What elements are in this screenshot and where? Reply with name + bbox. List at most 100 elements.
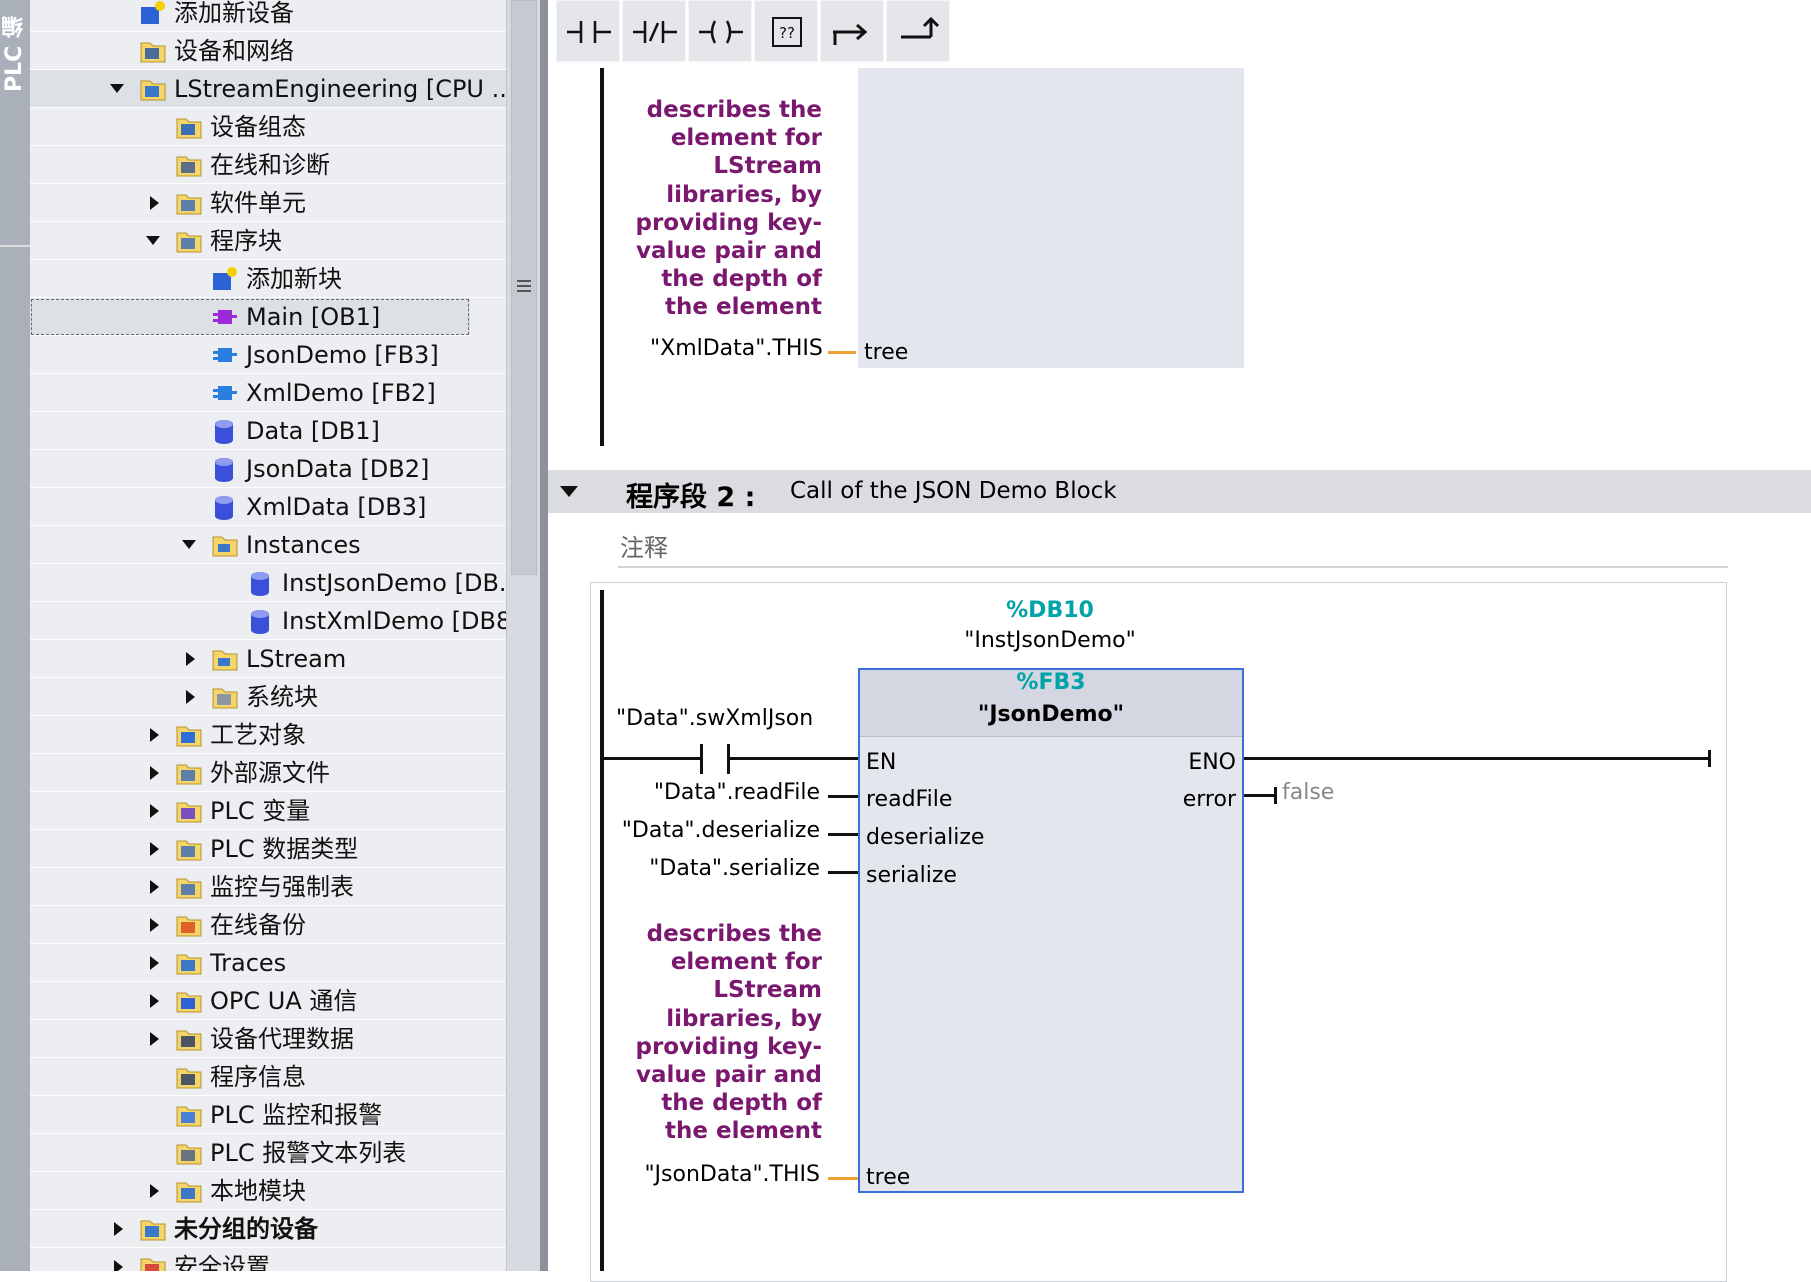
tree-item-label: OPC UA 通信 (210, 987, 358, 1015)
pin-eno: ENO (1188, 750, 1236, 775)
wire-deserialize (828, 833, 858, 836)
security-settings-icon (140, 1255, 166, 1271)
open-branch-button[interactable] (820, 0, 884, 62)
operand-readfile[interactable]: "Data".readFile (600, 780, 820, 805)
tree-item[interactable]: 程序块 (30, 222, 506, 260)
local-modules-icon (176, 1179, 202, 1203)
network1-tree-operand[interactable]: "XmlData".THIS (650, 336, 823, 361)
tree-item[interactable]: XmlData [DB3] (30, 488, 506, 526)
tree-item[interactable]: 外部源文件 (30, 754, 506, 792)
expand-arrow-icon[interactable] (182, 540, 196, 549)
collapse-arrow-icon[interactable] (150, 766, 159, 780)
collapse-arrow-icon[interactable] (114, 1222, 123, 1236)
tree-item[interactable]: 安全设置 (30, 1248, 506, 1271)
comment-line: value pair and (636, 238, 822, 265)
collapse-arrow-icon[interactable] (150, 728, 159, 742)
collapse-arrow-icon[interactable] (186, 652, 195, 666)
collapse-arrow-icon[interactable] (150, 196, 159, 210)
network2-tree-operand[interactable]: "JsonData".THIS (600, 1162, 820, 1187)
system-blocks-icon (212, 685, 238, 709)
tree-item[interactable]: LStream (30, 640, 506, 678)
fb-call-box[interactable]: %FB3 "JsonDemo" EN readFile deserialize … (858, 668, 1244, 1193)
collapse-arrow-icon[interactable] (150, 1184, 159, 1198)
tree-item-label: 在线备份 (210, 911, 306, 939)
eno-wire-end (1708, 750, 1711, 767)
tree-item[interactable]: 未分组的设备 (30, 1210, 506, 1248)
collapse-arrow-icon[interactable] (150, 842, 159, 856)
tree-item[interactable]: 工艺对象 (30, 716, 506, 754)
instance-db-name[interactable]: "InstJsonDemo" (960, 628, 1140, 653)
tree-item[interactable]: PLC 监控和报警 (30, 1096, 506, 1134)
tree-item[interactable]: Data [DB1] (30, 412, 506, 450)
operand-deserialize[interactable]: "Data".deserialize (600, 818, 820, 843)
network2-title[interactable]: Call of the JSON Demo Block (790, 478, 1117, 504)
tree-item[interactable]: 在线备份 (30, 906, 506, 944)
tree-item-label: 未分组的设备 (174, 1215, 318, 1243)
watch-table-icon (176, 875, 202, 899)
tree-item[interactable]: JsonData [DB2] (30, 450, 506, 488)
vertical-panel-title[interactable]: PLC 编 (2, 2, 28, 92)
tree-item[interactable]: PLC 报警文本列表 (30, 1134, 506, 1172)
tree-item[interactable]: 设备和网络 (30, 32, 506, 70)
online-diagnostics-icon (176, 153, 202, 177)
comment-line: the element (665, 294, 822, 321)
fb-name: "JsonDemo" (977, 702, 1125, 727)
collapse-arrow-icon[interactable] (150, 804, 159, 818)
tree-item-label: Main [OB1] (246, 303, 381, 331)
tree-item[interactable]: 设备代理数据 (30, 1020, 506, 1058)
tree-scrollbar[interactable] (506, 0, 541, 1271)
tree-item[interactable]: InstXmlDemo [DB8] (30, 602, 506, 640)
traces-icon (176, 951, 202, 975)
close-branch-button[interactable] (886, 0, 950, 62)
pin-readfile: readFile (866, 787, 953, 812)
operand-serialize[interactable]: "Data".serialize (600, 856, 820, 881)
tree-item[interactable]: Main [OB1] (30, 298, 470, 336)
tree-item[interactable]: 本地模块 (30, 1172, 506, 1210)
tree-item[interactable]: LStreamEngineering [CPU ... (30, 70, 506, 108)
network1-fb-box[interactable] (858, 68, 1244, 368)
collapse-arrow-icon[interactable] (114, 1260, 123, 1271)
pin-deserialize: deserialize (866, 825, 985, 850)
empty-box-button[interactable]: ?? (754, 0, 818, 62)
no-contact-button[interactable] (556, 0, 620, 62)
rung-wire-left (604, 757, 700, 760)
tree-item[interactable]: 程序信息 (30, 1058, 506, 1096)
tree-item[interactable]: InstJsonDemo [DB... (30, 564, 506, 602)
tree-item[interactable]: 添加新块 (30, 260, 506, 298)
expand-arrow-icon[interactable] (146, 236, 160, 245)
text-list-icon (176, 1141, 202, 1165)
tree-item[interactable]: 监控与强制表 (30, 868, 506, 906)
tree-item-label: PLC 变量 (210, 797, 311, 825)
collapse-arrow-icon[interactable] (186, 690, 195, 704)
collapse-network-icon[interactable] (560, 486, 578, 497)
tree-item[interactable]: 软件单元 (30, 184, 506, 222)
tree-item[interactable]: Instances (30, 526, 506, 564)
tree-item-label: 设备组态 (210, 113, 306, 141)
tree-item[interactable]: JsonDemo [FB3] (30, 336, 506, 374)
collapse-arrow-icon[interactable] (150, 918, 159, 932)
network2-header[interactable]: 程序段 2 : Call of the JSON Demo Block (548, 470, 1811, 513)
collapse-arrow-icon[interactable] (150, 1032, 159, 1046)
collapse-arrow-icon[interactable] (150, 994, 159, 1008)
nc-contact-button[interactable] (622, 0, 686, 62)
tree-item[interactable]: 系统块 (30, 678, 506, 716)
tree-item[interactable]: 添加新设备 (30, 0, 506, 32)
tree-item[interactable]: Traces (30, 944, 506, 982)
network1-tree-pin: tree (864, 340, 909, 365)
panel-splitter[interactable] (540, 0, 548, 1271)
collapse-arrow-icon[interactable] (150, 880, 159, 894)
error-value[interactable]: false (1282, 780, 1334, 805)
tree-item[interactable]: OPC UA 通信 (30, 982, 506, 1020)
network2-comment-field[interactable]: 注释 (618, 524, 1728, 568)
tree-item[interactable]: 设备组态 (30, 108, 506, 146)
comment-line: providing key- (635, 209, 823, 236)
tree-item[interactable]: PLC 变量 (30, 792, 506, 830)
tree-item-label: 系统块 (246, 683, 318, 711)
expand-arrow-icon[interactable] (110, 84, 124, 93)
tree-item[interactable]: 在线和诊断 (30, 146, 506, 184)
collapse-arrow-icon[interactable] (150, 956, 159, 970)
contact-operand[interactable]: "Data".swXmlJson (616, 706, 813, 731)
tree-item[interactable]: XmlDemo [FB2] (30, 374, 506, 412)
tree-item[interactable]: PLC 数据类型 (30, 830, 506, 868)
coil-button[interactable] (688, 0, 752, 62)
